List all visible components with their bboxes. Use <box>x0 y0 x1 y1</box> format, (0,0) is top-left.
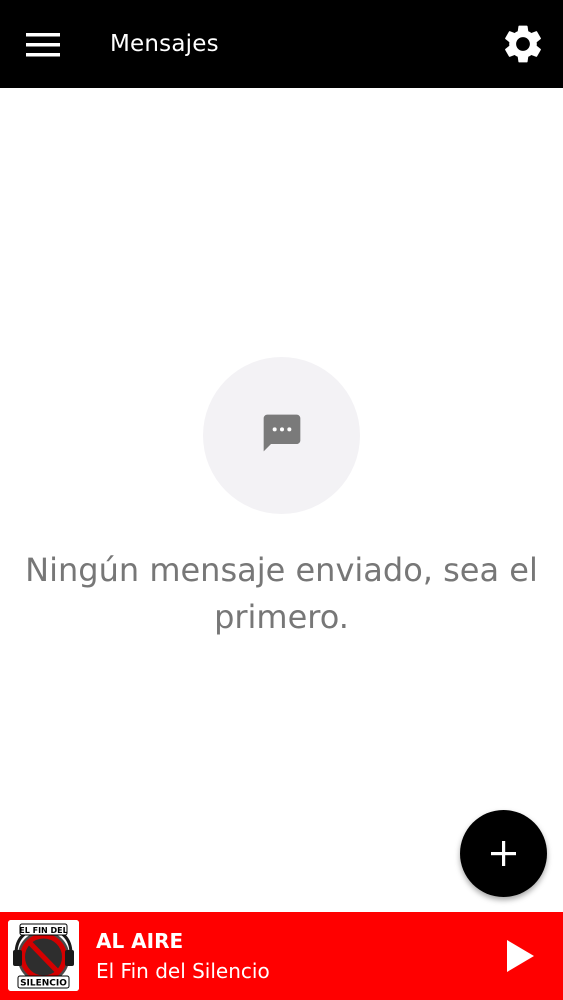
station-name: El Fin del Silencio <box>96 959 270 983</box>
empty-state-message: Ningún mensaje enviado, sea el primero. <box>25 551 538 636</box>
new-message-button[interactable] <box>460 810 547 897</box>
page-title: Mensajes <box>110 31 219 57</box>
play-icon <box>507 940 534 972</box>
station-logo: EL FIN DEL SILENCIO <box>8 920 79 991</box>
settings-button[interactable] <box>500 21 546 67</box>
on-air-label: AL AIRE <box>96 929 184 953</box>
now-playing-bar[interactable]: EL FIN DEL SILENCIO AL AIRE El Fin del S… <box>0 912 563 1000</box>
hamburger-menu-icon <box>26 33 60 57</box>
top-app-bar: Mensajes <box>0 0 563 88</box>
gear-icon <box>505 25 541 63</box>
play-button[interactable] <box>500 936 540 976</box>
plus-icon <box>491 841 516 866</box>
svg-text:EL FIN DEL: EL FIN DEL <box>19 926 67 935</box>
svg-text:SILENCIO: SILENCIO <box>20 979 67 989</box>
menu-button[interactable] <box>24 29 64 61</box>
chat-bubble-icon <box>260 411 304 455</box>
messages-screen: Mensajes Ningún mensaje enviado, sea el … <box>0 0 563 1000</box>
